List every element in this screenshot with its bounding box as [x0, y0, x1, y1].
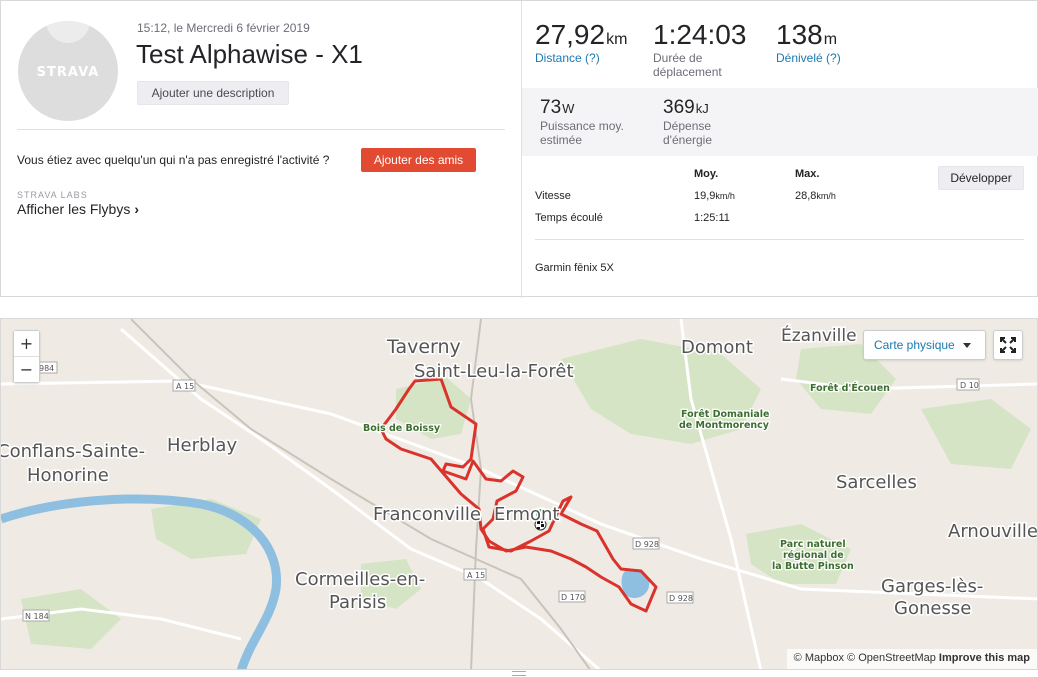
place-label: Sarcelles	[836, 472, 917, 493]
add-friends-button[interactable]: Ajouter des amis	[361, 148, 476, 172]
improve-map-link[interactable]: Improve this map	[939, 652, 1030, 664]
resize-handle-icon[interactable]	[512, 671, 526, 676]
map-type-label: Carte physique	[874, 338, 955, 352]
place-label: Ermont	[494, 504, 559, 525]
device-name: Garmin fēnix 5X	[535, 262, 614, 274]
road-shield-label: A 15	[467, 571, 485, 580]
strava-logo: STRAVA	[36, 65, 100, 80]
energy-unit: kJ	[695, 101, 709, 116]
elevation-label[interactable]: Dénivelé (?)	[776, 51, 841, 65]
place-label: Franconville	[373, 504, 481, 525]
flybys-label: Afficher les Flybys	[17, 201, 131, 217]
road-shield-label: N 184	[25, 612, 49, 621]
power-label: Puissance moy. estimée	[540, 119, 624, 147]
speed-avg-unit: km/h	[715, 191, 735, 201]
stat-elevation: 138m Dénivelé (?)	[776, 19, 841, 65]
place-label: Saint-Leu-la-Forêt	[414, 361, 574, 382]
distance-value: 27,92	[535, 19, 606, 50]
forest-label: Forêt Domaniale	[681, 409, 769, 420]
forest-label: Forêt d'Écouen	[810, 382, 890, 394]
road-shield-label: 984	[39, 364, 54, 373]
place-label: Honorine	[27, 465, 109, 486]
place-label: Conflans-Sainte-	[1, 441, 145, 462]
place-label: Herblay	[167, 435, 237, 456]
activity-stats-panel: 27,92km Distance (?) 1:24:03 Durée de dé…	[521, 1, 1038, 298]
stat-power: 73W Puissance moy. estimée	[540, 97, 640, 147]
place-label: Taverny	[386, 336, 461, 358]
zoom-out-button[interactable]: −	[14, 357, 39, 382]
row-label-speed: Vitesse	[535, 190, 571, 202]
stat-moving-time: 1:24:03 Durée de déplacement	[653, 19, 746, 79]
road-shield-label: D 170	[561, 593, 585, 602]
energy-label: Dépense d'énergie	[663, 119, 712, 147]
forest-area	[921, 399, 1031, 469]
column-header-avg: Moy.	[694, 168, 719, 180]
power-unit: W	[562, 101, 575, 116]
place-label: Gonesse	[894, 598, 971, 619]
flybys-link[interactable]: Afficher les Flybys ›	[17, 201, 139, 217]
speed-max-unit: km/h	[816, 191, 836, 201]
activity-title[interactable]: Test Alphawise - X1	[136, 39, 363, 70]
finish-flag-check	[537, 527, 540, 529]
speed-avg-value: 19,9	[694, 190, 716, 202]
divider	[535, 239, 1024, 240]
expand-button[interactable]: Développer	[938, 166, 1024, 190]
row-label-elapsed-time: Temps écoulé	[535, 212, 603, 224]
friends-prompt: Vous étiez avec quelqu'un qui n'a pas en…	[17, 153, 330, 167]
place-label: Domont	[681, 337, 753, 358]
mapbox-attribution-link[interactable]: © Mapbox	[794, 652, 844, 664]
elevation-unit: m	[823, 31, 838, 48]
activity-header-panel: STRAVA 15:12, le Mercredi 6 février 2019…	[1, 1, 521, 298]
stat-distance: 27,92km Distance (?)	[535, 19, 627, 65]
caret-down-icon	[963, 343, 971, 348]
speed-max-value: 28,8	[795, 190, 817, 202]
divider	[17, 129, 505, 130]
elapsed-time-value: 1:25:11	[694, 212, 730, 224]
place-label: Garges-lès-	[881, 576, 983, 597]
map-type-dropdown[interactable]: Carte physique	[863, 330, 986, 360]
add-description-button[interactable]: Ajouter une description	[137, 81, 289, 105]
map-attribution: © Mapbox © OpenStreetMap Improve this ma…	[786, 649, 1037, 669]
strava-labs-label: STRAVA LABS	[17, 190, 88, 200]
zoom-in-button[interactable]: +	[14, 331, 39, 356]
place-label: Arnouville	[948, 521, 1038, 542]
forest-label: régional de	[783, 550, 844, 561]
elevation-value: 138	[776, 19, 823, 50]
forest-label: Parc naturel	[780, 539, 846, 550]
avatar-placeholder-shape	[46, 21, 90, 43]
map-canvas[interactable]: Taverny Saint-Leu-la-Forêt Domont Ézanvi…	[1, 319, 1038, 670]
fullscreen-icon	[1000, 337, 1016, 353]
chevron-right-icon: ›	[134, 201, 140, 217]
speed-avg: 19,9km/h	[694, 190, 735, 202]
activity-summary-card: STRAVA 15:12, le Mercredi 6 février 2019…	[0, 0, 1038, 298]
forest-label: la Butte Pinson	[772, 561, 854, 572]
power-value: 73	[540, 97, 562, 118]
column-header-max: Max.	[795, 168, 820, 180]
fullscreen-button[interactable]	[993, 330, 1023, 360]
speed-max: 28,8km/h	[795, 190, 836, 202]
moving-time-value: 1:24:03	[653, 19, 747, 50]
road-shield-label: A 15	[176, 382, 194, 391]
forest-label: de Montmorency	[679, 420, 770, 431]
place-label: Cormeilles-en-	[295, 569, 425, 590]
forest-label: Bois de Boissy	[363, 423, 441, 434]
route-map[interactable]: Taverny Saint-Leu-la-Forêt Domont Ézanvi…	[0, 318, 1038, 670]
activity-date: 15:12, le Mercredi 6 février 2019	[137, 21, 310, 35]
distance-label[interactable]: Distance (?)	[535, 51, 627, 65]
avatar[interactable]: STRAVA	[18, 21, 118, 121]
distance-unit: km	[606, 31, 628, 48]
place-label: Ézanville	[781, 324, 857, 346]
zoom-control: + −	[13, 330, 40, 383]
place-label: Parisis	[329, 592, 386, 613]
osm-attribution-link[interactable]: © OpenStreetMap	[847, 652, 936, 664]
road-shield-label: D 928	[669, 594, 693, 603]
moving-time-label: Durée de déplacement	[653, 51, 722, 79]
road-shield-label: D 928	[635, 540, 659, 549]
energy-value: 369	[663, 97, 695, 118]
stat-energy: 369kJ Dépense d'énergie	[663, 97, 763, 147]
road-shield-label: D 10	[960, 381, 979, 390]
